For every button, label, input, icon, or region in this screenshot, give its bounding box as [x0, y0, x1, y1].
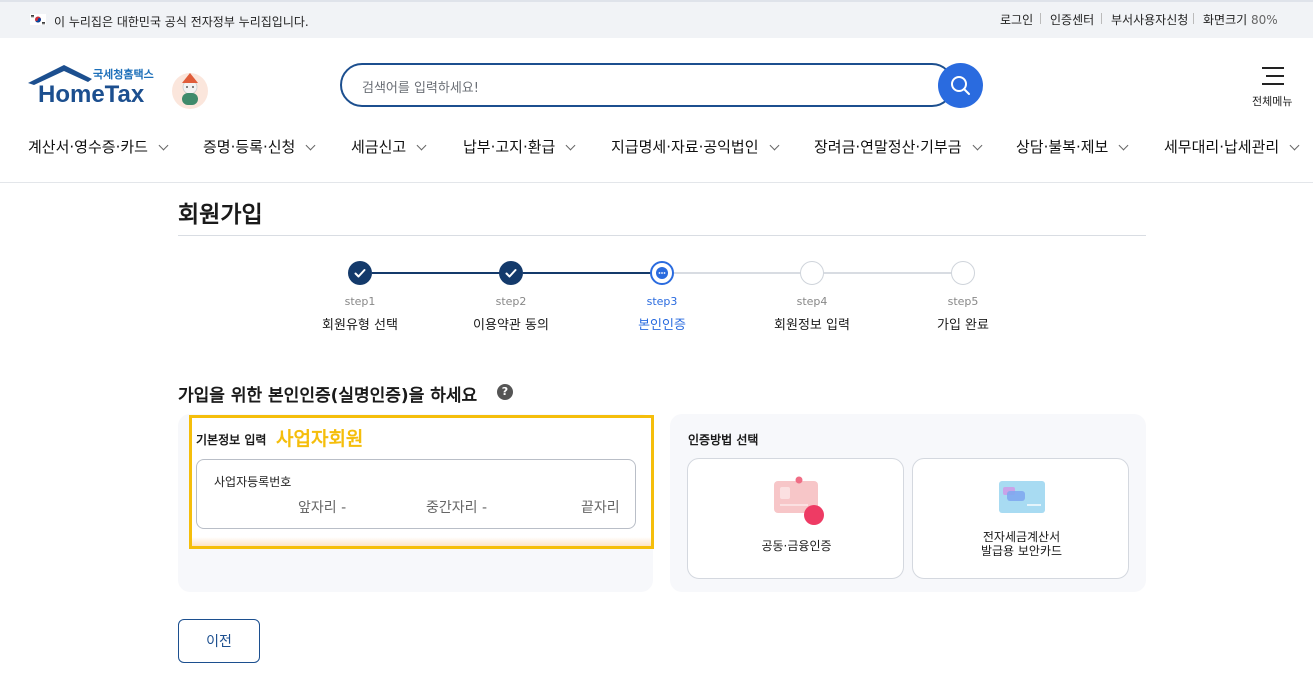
page-title: 회원가입	[178, 202, 263, 228]
step1-label: 회원유형 선택	[322, 318, 398, 333]
dept-user-apply-link[interactable]: 부서사용자신청	[1111, 11, 1188, 28]
prev-button[interactable]: 이전	[178, 619, 260, 663]
auth-option1-label: 공동·금융인증	[761, 539, 832, 553]
chevron-down-icon	[1118, 140, 1129, 151]
gov-notice-text: 이 누리집은 대한민국 공식 전자정부 누리집입니다.	[54, 15, 309, 29]
all-menu-label: 전체메뉴	[1252, 95, 1293, 108]
title-divider	[178, 235, 1146, 236]
logo-subtitle: 국세청홈택스	[93, 68, 154, 81]
logo-title: HomeTax	[38, 81, 145, 108]
business-number-middle-input[interactable]: 중간자리 -	[426, 497, 487, 517]
security-card-icon	[999, 481, 1045, 513]
seg-last-placeholder: 끝자리	[581, 500, 620, 516]
gnb-item-certificates[interactable]: 증명·등록·신청	[203, 136, 316, 157]
gnb-label: 상담·불복·제보	[1016, 138, 1109, 156]
step2-label: 이용약관 동의	[473, 318, 549, 333]
basic-info-label: 기본정보 입력	[196, 433, 267, 447]
util-divider	[1101, 13, 1102, 24]
cert-center-link[interactable]: 인증센터	[1050, 11, 1094, 28]
dash: -	[341, 500, 347, 516]
chevron-down-icon	[565, 140, 576, 151]
gnb-label: 납부·고지·환급	[463, 138, 556, 156]
step4-pending-icon	[800, 261, 824, 285]
util-divider	[1193, 13, 1194, 24]
gnb-label: 세무대리·납세관리	[1164, 138, 1280, 156]
security-card-button[interactable]: 전자세금계산서 발급용 보안카드	[912, 458, 1129, 579]
step3-label: 본인인증	[638, 318, 686, 333]
seg-first-placeholder: 앞자리	[298, 500, 337, 516]
highlight-glow	[192, 537, 651, 546]
step5-number: step5	[947, 295, 979, 308]
search-icon	[951, 76, 970, 95]
business-number-label: 사업자등록번호	[214, 475, 292, 489]
chevron-down-icon	[1289, 140, 1300, 151]
login-link[interactable]: 로그인	[1000, 11, 1033, 28]
gnb-item-tax-agency[interactable]: 세무대리·납세관리	[1164, 136, 1300, 157]
gnb-label: 장려금·연말정산·기부금	[814, 138, 962, 156]
auth-method-title: 인증방법 선택	[688, 433, 759, 447]
step2-done-icon	[499, 261, 523, 285]
dash: -	[481, 500, 488, 516]
zoom-control[interactable]: 화면크기 80%	[1203, 11, 1278, 28]
gnb-label: 세금신고	[351, 138, 407, 156]
hamburger-icon	[1262, 67, 1284, 85]
gnb-item-invoices[interactable]: 계산서·영수증·카드	[28, 136, 169, 157]
search-input[interactable]: 검색어를 입력하세요!	[340, 63, 954, 107]
step2-number: step2	[495, 295, 527, 308]
step4-label: 회원정보 입력	[774, 318, 850, 333]
step4-number: step4	[796, 295, 828, 308]
step1-number: step1	[344, 295, 376, 308]
hometax-logo[interactable]: 국세청홈택스 HomeTax	[26, 63, 212, 113]
gnb-item-tax-filing[interactable]: 세금신고	[351, 136, 427, 157]
joint-financial-cert-button[interactable]: 공동·금융인증	[687, 458, 904, 579]
chevron-down-icon	[972, 140, 982, 151]
help-icon[interactable]: ?	[497, 384, 513, 400]
step-connector	[372, 272, 500, 274]
util-divider	[1040, 13, 1041, 24]
member-type-label: 사업자회원	[276, 428, 364, 450]
chevron-down-icon	[769, 140, 779, 151]
zoom-value: 80%	[1251, 13, 1278, 27]
section-title: 가입을 위한 본인인증(실명인증)을 하세요	[178, 386, 478, 406]
gnb-item-payment-statements[interactable]: 지급명세·자료·공익법인	[611, 136, 779, 157]
seg-mid-placeholder: 중간자리	[426, 500, 478, 516]
step3-number: step3	[646, 295, 678, 308]
chevron-down-icon	[416, 140, 427, 151]
auth-option2-label-line1: 전자세금계산서	[982, 530, 1061, 544]
chevron-down-icon	[158, 140, 169, 151]
gnb-label: 증명·등록·신청	[203, 138, 296, 156]
step1-done-icon	[348, 261, 372, 285]
chevron-down-icon	[305, 140, 316, 151]
search-placeholder: 검색어를 입력하세요!	[362, 81, 479, 96]
step5-label: 가입 완료	[937, 318, 989, 333]
step-connector	[674, 272, 800, 274]
step3-current-icon	[650, 261, 674, 285]
gnb-item-consulting[interactable]: 상담·불복·제보	[1016, 136, 1129, 157]
certificate-icon	[774, 476, 824, 525]
step-connector	[523, 272, 651, 274]
korea-flag-icon	[30, 14, 46, 25]
gnb-item-incentives[interactable]: 장려금·연말정산·기부금	[814, 136, 982, 157]
business-number-last-input[interactable]: 끝자리	[581, 497, 620, 517]
business-number-first-input[interactable]: 앞자리 -	[298, 497, 346, 517]
business-number-field[interactable]	[196, 459, 636, 529]
search-button[interactable]	[938, 63, 983, 108]
step5-pending-icon	[951, 261, 975, 285]
gnb-label: 계산서·영수증·카드	[28, 138, 148, 156]
step-connector	[824, 272, 951, 274]
zoom-label: 화면크기	[1203, 13, 1248, 27]
gnb-divider	[0, 182, 1313, 183]
gnb-item-payment[interactable]: 납부·고지·환급	[463, 136, 576, 157]
auth-option2-label-line2: 발급용 보안카드	[980, 544, 1063, 558]
gnb-label: 지급명세·자료·공익법인	[611, 138, 759, 156]
